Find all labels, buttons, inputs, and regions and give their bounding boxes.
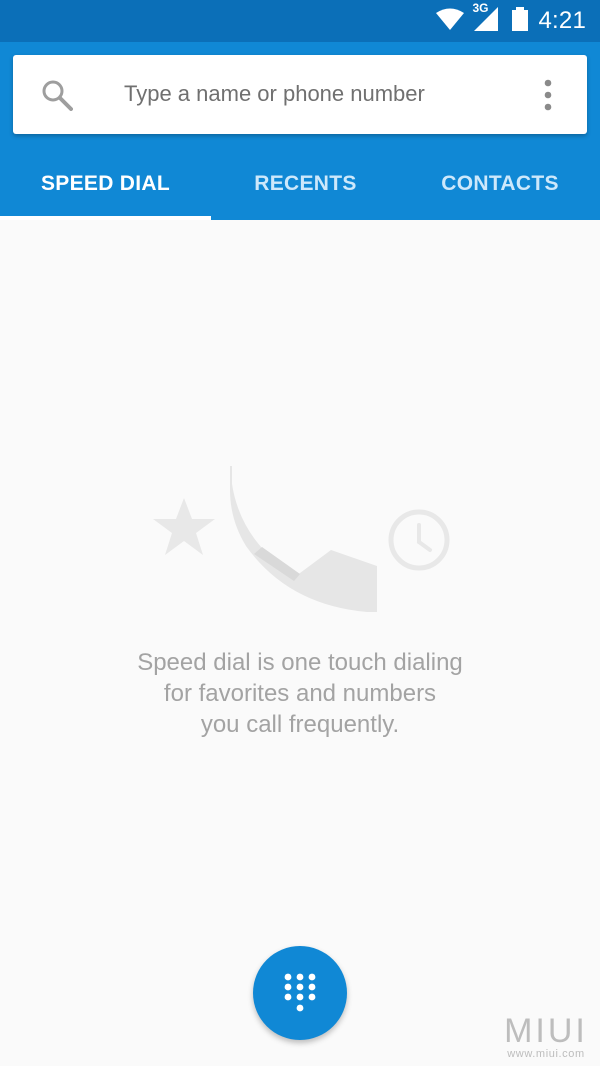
miui-watermark: MIUI www.miui.com [500,1014,592,1060]
app-header: Type a name or phone number SPEED DIAL R… [0,42,600,220]
empty-state-illustration [146,460,456,620]
dialpad-icon [284,973,316,1012]
tab-speed-dial[interactable]: SPEED DIAL [0,147,211,220]
watermark-url: www.miui.com [507,1048,585,1060]
more-options-icon[interactable] [543,78,553,112]
star-icon [153,498,215,555]
network-type: 3G [472,0,489,15]
battery-icon [512,6,529,36]
search-input[interactable]: Type a name or phone number [124,79,425,109]
empty-state-line-3: you call frequently. [200,711,400,738]
status-icons: 3G 4:21 [436,1,586,36]
status-bar: 3G 4:21 [0,0,600,42]
signal-icon: 3G [472,1,502,36]
wifi-icon [436,8,465,35]
tab-recents[interactable]: RECENTS [211,147,400,220]
empty-state-message: Speed dial is one touch dialing for favo… [70,647,530,740]
empty-state-line-1: Speed dial is one touch dialing [137,649,463,676]
phone-icon [230,466,377,612]
dialpad-button[interactable] [253,946,347,1040]
tab-bar: SPEED DIAL RECENTS CONTACTS [0,147,600,220]
clock-icon [388,509,450,571]
tab-contacts[interactable]: CONTACTS [400,147,600,220]
search-bar[interactable]: Type a name or phone number [13,55,587,134]
status-time: 4:21 [538,7,586,34]
speed-dial-empty-state: Speed dial is one touch dialing for favo… [0,220,600,1066]
search-icon[interactable] [41,79,73,111]
watermark-logo: MIUI [504,1012,588,1050]
empty-state-line-2: for favorites and numbers [163,680,437,707]
